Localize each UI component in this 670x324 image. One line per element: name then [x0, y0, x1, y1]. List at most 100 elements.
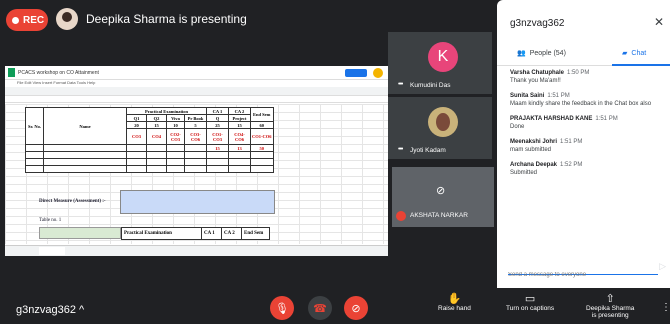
endsem-header: End Sem: [250, 107, 274, 122]
pe-row: Practical Examination CA 1 CA 2 End Sem: [121, 227, 270, 240]
panel-title: g3nzvag362: [510, 18, 565, 29]
srno-header: Sr. No.: [25, 107, 44, 145]
sender-name: Meenakshi Johri: [510, 139, 558, 145]
sheet-user-avatar: [373, 68, 383, 78]
bottom-bar: g3nzvag362 ^ 🎙 ☎ ⊘ ✋ Raise hand ▭ Turn o…: [0, 288, 670, 324]
max-cell: 10: [166, 121, 185, 129]
mic-toggle-button[interactable]: 🎙: [270, 296, 294, 320]
sheet-title: PCACS workshop on CO Attainment: [18, 69, 99, 76]
sender-name: Sunita Saini: [510, 93, 545, 99]
table-cell: [146, 144, 167, 152]
tile-jyoti[interactable]: ••• Jyoti Kadam: [388, 97, 492, 159]
tile-name: Kumudini Das: [410, 82, 451, 89]
sheets-icon: [8, 68, 15, 77]
q2-header: Q2: [146, 114, 167, 122]
prbook-header: Pr Book: [184, 114, 207, 122]
tile-more-icon[interactable]: •••: [398, 146, 403, 153]
pe-row-cell: End Sem: [241, 227, 270, 240]
r1-cell: 15: [206, 144, 229, 152]
co-cell: CO3-CO6: [184, 128, 207, 145]
message-text: Submitted: [510, 170, 538, 176]
sheet-titlebar: PCACS workshop on CO Attainment: [5, 66, 388, 80]
people-icon: 👥: [517, 50, 526, 57]
close-icon[interactable]: ✕: [654, 15, 664, 29]
captions-icon: ▭: [524, 293, 536, 305]
presenter-avatar: [56, 8, 78, 30]
message-text: Done: [510, 124, 525, 130]
co-cell: CO1-CO3: [206, 128, 229, 145]
table-cell: [25, 144, 44, 152]
co-cell: CO2-CO3: [166, 128, 185, 145]
raise-hand-button[interactable]: ✋ Raise hand: [438, 294, 471, 313]
message-text: mam submitted: [510, 147, 552, 153]
sheet-tabs: [5, 245, 388, 256]
table-no-label: Table no. 1: [39, 218, 62, 223]
raise-hand-label: Raise hand: [438, 305, 471, 312]
direct-measure-block: [120, 190, 275, 214]
table-cell: [184, 144, 207, 152]
message-text: Maam kindly share the feedback in the Ch…: [510, 101, 652, 107]
tile-name: AKSHATA NARKAR: [410, 212, 468, 219]
chevron-up-icon: ^: [79, 304, 85, 316]
r1-cell: 50: [250, 144, 274, 152]
avatar: [428, 107, 458, 137]
camera-toggle-button[interactable]: ⊘: [344, 296, 368, 320]
chat-message: PRAJAKTA HARSHAD KANE 1:51 PM Done: [510, 116, 665, 131]
message-time: 1:51 PM: [595, 116, 618, 122]
phone-hangup-icon: ☎: [313, 302, 327, 315]
co-table: Sr. No. Name Practical Examination CA 1 …: [25, 107, 274, 173]
direct-measure-label: Direct Measure (Assessment) :-: [39, 199, 106, 204]
tab-people-label: People (54): [529, 49, 566, 57]
message-text: Thank you Ma'am!!: [510, 78, 561, 84]
chat-message: Sunita Saini 1:51 PM Maam kindly share th…: [510, 93, 665, 108]
presenting-line2: is presenting: [591, 312, 629, 319]
rec-label: REC: [23, 14, 45, 26]
chat-icon: ▰: [622, 50, 628, 57]
viva-header: Viva: [166, 114, 185, 122]
stage: REC Deepika Sharma is presenting PCACS w…: [0, 0, 494, 288]
max-cell: 25: [206, 121, 229, 129]
more-options-icon[interactable]: ⋮: [661, 302, 670, 313]
captions-button[interactable]: ▭ Turn on captions: [506, 293, 554, 313]
sheet-share-button: [345, 69, 367, 77]
tab-chat-label: Chat: [631, 49, 647, 57]
chat-input[interactable]: [508, 269, 648, 281]
tile-kumudini[interactable]: K ••• Kumudini Das: [388, 32, 492, 94]
message-time: 1:50 PM: [567, 70, 590, 76]
send-icon[interactable]: ▷: [659, 261, 666, 272]
pe-row-cell: CA 1: [201, 227, 222, 240]
tile-name: Jyoti Kadam: [410, 147, 446, 154]
message-time: 1:51 PM: [560, 139, 583, 145]
active-tab-indicator: [612, 64, 670, 66]
panel-tabs: 👥 People (54) ▰ Chat: [497, 42, 670, 66]
ca2-header: CA 2: [228, 107, 251, 115]
table-cell: [126, 144, 147, 152]
video-off-icon: ⊘: [436, 185, 446, 197]
message-time: 1:51 PM: [547, 93, 570, 99]
record-dot-icon: [12, 16, 19, 24]
max-cell: 15: [228, 121, 251, 129]
meeting-code[interactable]: g3nzvag362 ^: [16, 304, 84, 316]
sheet-tab: [39, 247, 65, 255]
sender-name: Varsha Chatuphale: [510, 70, 565, 76]
sheet-toolbar: [5, 87, 388, 96]
tile-more-icon[interactable]: •••: [398, 81, 403, 88]
table-cell: [43, 144, 127, 152]
pe-row-cell: Practical Examination: [121, 227, 202, 240]
presenting-text: Deepika Sharma is presenting: [86, 12, 247, 26]
sender-name: Archana Deepak: [510, 162, 558, 168]
leave-call-button[interactable]: ☎: [308, 296, 332, 320]
q-header: Q: [206, 114, 229, 122]
present-button[interactable]: ⇧ Deepika Sharma is presenting: [586, 294, 634, 320]
q1-header: Q1: [126, 114, 147, 122]
tab-chat[interactable]: ▰ Chat: [622, 49, 647, 58]
tile-akshata[interactable]: ⊘ AKSHATA NARKAR: [392, 167, 494, 227]
max-cell: 15: [146, 121, 167, 129]
r1-cell: 13: [228, 144, 251, 152]
camera-off-icon: ⊘: [351, 302, 361, 315]
mic-off-icon: [396, 211, 406, 221]
sheet-menu: File Edit View Insert Format Data Tools …: [17, 80, 96, 85]
tab-people[interactable]: 👥 People (54): [517, 49, 566, 58]
shared-screen: PCACS workshop on CO Attainment File Edi…: [5, 66, 388, 256]
pe-header: Practical Examination: [126, 107, 207, 115]
